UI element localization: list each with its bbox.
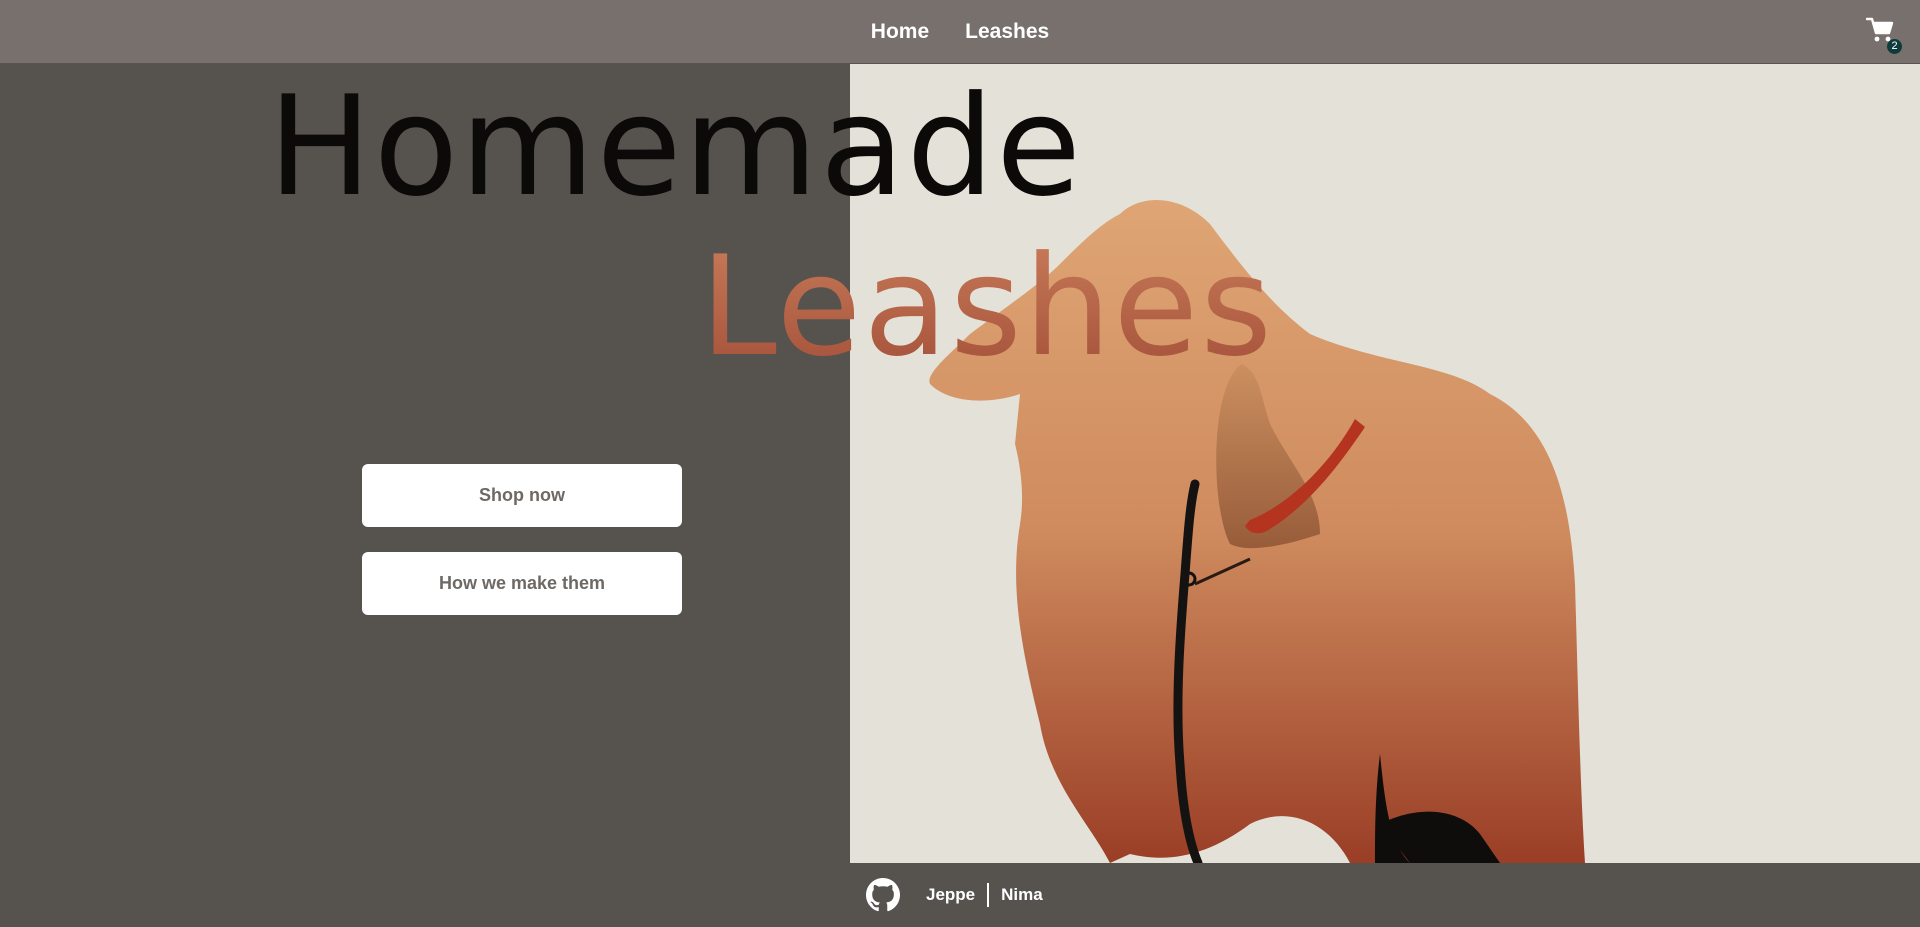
footer-credits: Jeppe Nima <box>866 877 1043 913</box>
navbar: Home Leashes 2 <box>0 0 1920 64</box>
shop-now-button[interactable]: Shop now <box>362 464 682 527</box>
nav-links: Home Leashes <box>0 0 1920 63</box>
headline-leashes: Leashes <box>700 226 1275 387</box>
footer: Jeppe Nima <box>0 863 1920 927</box>
nav-home-link[interactable]: Home <box>871 20 929 44</box>
how-we-make-them-button[interactable]: How we make them <box>362 552 682 615</box>
cart-button[interactable]: 2 <box>1865 17 1902 54</box>
author-nima-link[interactable]: Nima <box>1001 885 1043 905</box>
nav-leashes-link[interactable]: Leashes <box>965 20 1049 44</box>
headline-homemade: Homemade <box>268 66 1084 227</box>
cart-count-badge: 2 <box>1887 39 1902 54</box>
github-icon[interactable] <box>866 878 900 912</box>
author-jeppe-link[interactable]: Jeppe <box>926 885 975 905</box>
footer-divider <box>987 883 990 907</box>
